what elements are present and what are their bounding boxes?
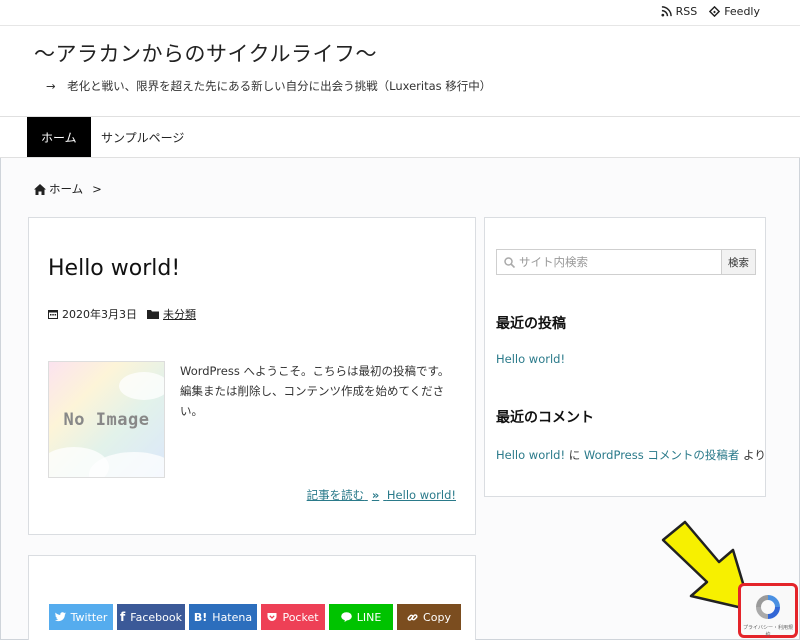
recent-comments-heading: 最近のコメント: [496, 410, 594, 426]
share-copy-label: Copy: [423, 610, 451, 624]
hatena-icon: B!: [193, 610, 208, 624]
recaptcha-badge[interactable]: プライバシー・利用規約: [738, 583, 798, 638]
feedly-label: Feedly: [724, 5, 760, 18]
sidebar: 検索 最近の投稿 Hello world! 最近のコメント Hello worl…: [484, 217, 766, 497]
feedly-link[interactable]: Feedly: [709, 5, 760, 18]
thumbnail-no-image-text: No Image: [63, 410, 150, 430]
site-header: 〜アラカンからのサイクルライフ〜 → 老化と戦い、限界を超えた先にある新しい自分…: [0, 26, 800, 116]
recaptcha-terms[interactable]: プライバシー・利用規約: [743, 624, 793, 638]
rss-icon: [661, 6, 672, 17]
post-title[interactable]: Hello world!: [48, 256, 180, 281]
share-facebook-button[interactable]: f Facebook: [117, 604, 185, 630]
folder-icon: [147, 310, 159, 319]
home-icon: [34, 183, 46, 195]
site-title[interactable]: 〜アラカンからのサイクルライフ〜: [34, 38, 377, 68]
nav-item-home[interactable]: ホーム: [27, 117, 91, 157]
top-bar: RSS Feedly: [0, 0, 800, 26]
comment-author-link[interactable]: WordPress コメントの投稿者: [584, 448, 739, 462]
calendar-icon: [48, 310, 58, 319]
share-pocket-button[interactable]: Pocket: [261, 604, 325, 630]
share-twitter-label: Twitter: [70, 610, 108, 624]
post-category-link[interactable]: 未分類: [163, 306, 196, 322]
pocket-icon: [267, 613, 277, 621]
post-card: Hello world! 2020年3月3日 未分類 No Image Word…: [28, 217, 476, 535]
search-form: 検索: [496, 249, 756, 275]
double-chevron-right-icon: »: [371, 488, 380, 502]
nav-item-sample-page[interactable]: サンプルページ: [87, 117, 198, 157]
read-more-target: Hello world!: [386, 488, 456, 502]
breadcrumb-home[interactable]: ホーム: [49, 181, 83, 197]
main-nav: ホーム サンプルページ: [0, 116, 800, 158]
post-thumbnail[interactable]: No Image: [48, 361, 165, 478]
search-button[interactable]: 検索: [721, 250, 755, 274]
top-links: RSS Feedly: [661, 5, 760, 18]
facebook-icon: f: [120, 610, 126, 624]
line-icon: [340, 612, 352, 622]
read-more-link[interactable]: 記事を読む » Hello world!: [307, 487, 456, 503]
recent-post-link[interactable]: Hello world!: [496, 352, 565, 366]
share-hatena-button[interactable]: B! Hatena: [189, 604, 257, 630]
post-excerpt: WordPress へようこそ。こちらは最初の投稿です。編集または削除し、コンテ…: [180, 364, 450, 418]
post-date: 2020年3月3日: [62, 308, 137, 321]
share-line-label: LINE: [356, 610, 382, 624]
share-copy-button[interactable]: Copy: [397, 604, 461, 630]
twitter-icon: [54, 612, 66, 622]
search-icon: [504, 257, 515, 268]
comment-post-link[interactable]: Hello world!: [496, 448, 565, 462]
search-input[interactable]: [497, 250, 721, 274]
breadcrumb: ホーム >: [34, 181, 102, 197]
recent-comment-item: Hello world! に WordPress コメントの投稿者 より: [496, 447, 766, 463]
read-more-label: 記事を読む: [306, 488, 365, 502]
comment-by-text: より: [743, 448, 766, 462]
rss-link[interactable]: RSS: [661, 5, 698, 18]
share-hatena-label: Hatena: [212, 610, 253, 624]
share-pocket-label: Pocket: [282, 610, 319, 624]
post-meta: 2020年3月3日 未分類: [48, 306, 196, 322]
link-icon: [407, 613, 418, 621]
breadcrumb-separator: >: [92, 182, 102, 196]
share-twitter-button[interactable]: Twitter: [49, 604, 113, 630]
feedly-icon: [709, 6, 721, 17]
recent-posts-heading: 最近の投稿: [496, 316, 566, 332]
site-tagline: → 老化と戦い、限界を超えた先にある新しい自分に出会う挑戦（Luxeritas …: [46, 79, 492, 93]
comment-on-text: に: [568, 448, 581, 462]
thumbnail-cloud: [119, 372, 164, 400]
rss-label: RSS: [675, 5, 698, 18]
share-buttons: Twitter f Facebook B! Hatena Pocket LINE: [49, 604, 461, 630]
share-card: Twitter f Facebook B! Hatena Pocket LINE: [28, 555, 476, 640]
recaptcha-icon: [756, 595, 780, 619]
share-facebook-label: Facebook: [130, 610, 182, 624]
share-line-button[interactable]: LINE: [329, 604, 393, 630]
